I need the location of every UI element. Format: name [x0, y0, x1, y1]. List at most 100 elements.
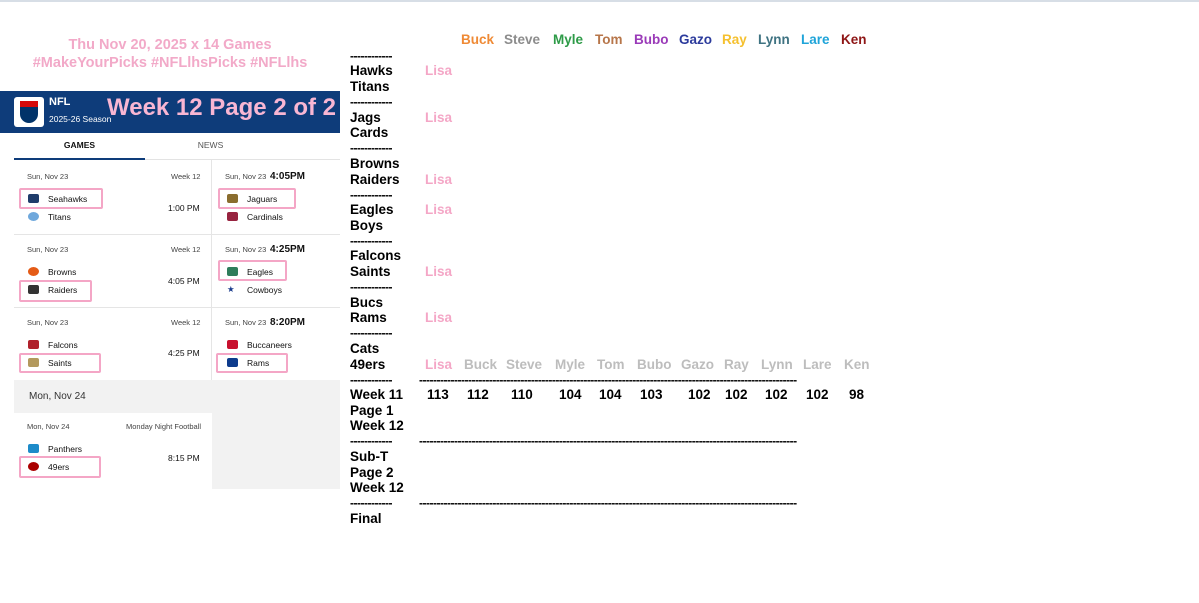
game-time: 4:25PM: [270, 244, 306, 255]
picker-name-grey: Bubo: [637, 357, 672, 372]
separator: ------------: [350, 434, 392, 448]
game-date: Sun, Nov 23: [27, 245, 69, 254]
game-time: 4:25 PM: [168, 348, 200, 358]
picker-name: Myle: [553, 32, 584, 47]
game-date: Sun, Nov 23: [225, 318, 267, 327]
separator: ------------: [350, 373, 392, 387]
separator: ------------: [350, 280, 392, 294]
monday-date-label: Mon, Nov 24: [29, 391, 86, 402]
subtotal-label: Page 2: [350, 465, 394, 480]
matchup-team: Cats: [350, 341, 380, 356]
long-separator: ----------------------------------------…: [419, 434, 797, 448]
rams-logo-icon: [227, 358, 238, 367]
matchup-team: Raiders: [350, 172, 400, 187]
matchup-team: Saints: [350, 264, 391, 279]
matchup-team: Jags: [350, 110, 381, 125]
game-time: 8:15 PM: [168, 453, 200, 463]
totals-label: Week 12: [350, 418, 404, 433]
picker-name-grey: Ken: [844, 357, 870, 372]
49ers-logo-icon: [28, 462, 39, 471]
matchup-team: Cards: [350, 125, 389, 140]
saints-logo-icon: [28, 358, 39, 367]
team-name: Cardinals: [247, 212, 283, 222]
picker-name-grey: Myle: [555, 357, 586, 372]
totals-label: Week 11: [350, 387, 404, 402]
titans-logo-icon: [28, 212, 39, 221]
tab-news[interactable]: NEWS: [145, 140, 276, 150]
picker-name: Lare: [801, 32, 830, 47]
matchup-team: Titans: [350, 79, 390, 94]
score: 98: [849, 387, 865, 402]
separator: ------------: [350, 326, 392, 340]
browns-logo-icon: [28, 267, 39, 276]
cardinals-logo-icon: [227, 212, 238, 221]
picker-name: Ken: [841, 32, 867, 47]
jaguars-logo-icon: [227, 194, 238, 203]
picker-name-grey: Tom: [597, 357, 625, 372]
lisa-pick: Lisa: [425, 202, 453, 217]
team-name: Falcons: [48, 340, 78, 350]
subtotal-label: Week 12: [350, 480, 404, 495]
matchup-team: Rams: [350, 310, 387, 325]
picker-name-grey: Ray: [724, 357, 749, 372]
seahawks-logo-icon: [28, 194, 39, 203]
picker-name: Bubo: [634, 32, 669, 47]
game-week: Week 12: [171, 318, 201, 327]
score: 102: [688, 387, 711, 402]
column-divider: [211, 160, 212, 380]
picker-name-grey: Gazo: [681, 357, 715, 372]
team-name: 49ers: [48, 462, 70, 472]
tab-bar: GAMES NEWS: [14, 137, 340, 160]
header-date-games: Thu Nov 20, 2025 x 14 Games: [68, 37, 272, 53]
row-divider: [14, 307, 340, 308]
lisa-pick: Lisa: [425, 172, 453, 187]
game-time: 1:00 PM: [168, 203, 200, 213]
score: 110: [511, 387, 533, 402]
score: 113: [427, 387, 449, 402]
nfl-header-bar: NFL 2025-26 Season Week 12 Page 2 of 2: [0, 91, 340, 133]
eagles-logo-icon: [227, 267, 238, 276]
picker-name-grey: Buck: [464, 357, 498, 372]
panthers-logo-icon: [28, 444, 39, 453]
monday-date-band: Mon, Nov 24: [14, 380, 340, 413]
lisa-pick: Lisa: [425, 357, 453, 372]
picker-name: Lynn: [758, 32, 790, 47]
score: 104: [599, 387, 622, 402]
separator: ------------: [350, 95, 392, 109]
picker-name: Gazo: [679, 32, 713, 47]
picker-name: Buck: [461, 32, 495, 47]
team-name: Browns: [48, 267, 77, 277]
game-time: 4:05 PM: [168, 276, 200, 286]
separator: ------------: [350, 141, 392, 155]
header-hashtags: #MakeYourPicks #NFLlhsPicks #NFLlhs: [32, 55, 308, 71]
lisa-pick: Lisa: [425, 63, 453, 78]
score: 102: [725, 387, 748, 402]
lisa-pick: Lisa: [425, 110, 453, 125]
matchup-team: Boys: [350, 218, 384, 233]
team-name: Titans: [48, 212, 71, 222]
matchup-team: Bucs: [350, 295, 384, 310]
top-border: [0, 0, 1199, 2]
separator: ------------: [350, 188, 392, 202]
picker-name-grey: Steve: [506, 357, 543, 372]
final-label: Final: [350, 511, 382, 526]
separator: ------------: [350, 496, 392, 510]
score: 104: [559, 387, 582, 402]
game-date: Sun, Nov 23: [225, 172, 267, 181]
team-name: Eagles: [247, 267, 273, 277]
team-name: Raiders: [48, 285, 78, 295]
team-name: Panthers: [48, 444, 83, 454]
raiders-logo-icon: [28, 285, 39, 294]
matchup-team: 49ers: [350, 357, 386, 372]
game-time: 4:05PM: [270, 171, 306, 182]
game-date: Mon, Nov 24: [27, 422, 70, 431]
team-name: Jaguars: [247, 194, 278, 204]
long-separator: ----------------------------------------…: [419, 373, 797, 387]
subtotal-label: Sub-T: [350, 449, 389, 464]
week-page-title: Week 12 Page 2 of 2: [107, 94, 337, 121]
row-divider: [14, 234, 340, 235]
nfl-season: 2025-26 Season: [49, 114, 112, 124]
team-name: Seahawks: [48, 194, 88, 204]
tab-games[interactable]: GAMES: [14, 140, 145, 150]
game-date: Sun, Nov 23: [27, 318, 69, 327]
